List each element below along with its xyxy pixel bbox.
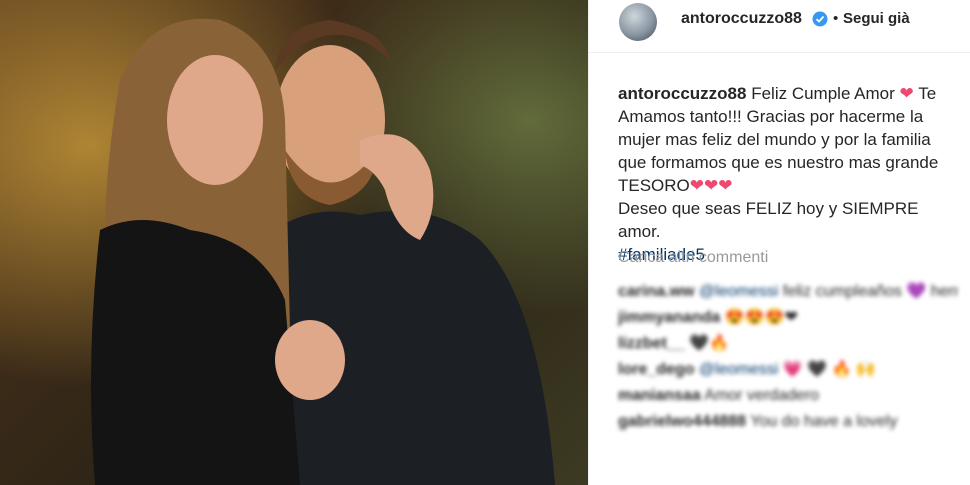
post-header: antoroccuzzo88 • Segui già — [589, 0, 970, 53]
comment-text: 😍😍😍❤ — [720, 309, 798, 326]
post-sidebar: antoroccuzzo88 • Segui già antoroccuzzo8… — [588, 0, 970, 485]
comment-item: lore_dego @leomessi 💗 🖤 🔥 🙌 — [618, 359, 958, 381]
post-photo — [0, 0, 588, 485]
verified-badge-icon — [812, 11, 828, 27]
author-avatar[interactable] — [619, 3, 657, 41]
comment-item: carina.ww @leomessi feliz cumpleaños 💜 h… — [618, 281, 958, 303]
comment-username[interactable]: lore_dego — [618, 361, 694, 378]
comment-text: feliz cumpleaños 💜 hermosa familia es lo… — [782, 283, 958, 300]
comment-text: 🖤🔥 — [684, 335, 729, 352]
post-caption: antoroccuzzo88 Feliz Cumple Amor ❤ Te Am… — [618, 82, 958, 266]
comment-item: maniansaa Amor verdadero — [618, 385, 958, 407]
load-more-comments-link[interactable]: Carica altri commenti — [618, 249, 768, 267]
comment-username[interactable]: carina.ww — [618, 283, 694, 300]
comment-mention[interactable]: @leomessi — [699, 361, 778, 378]
caption-line2: Deseo que seas FELIZ hoy y SIEMPRE amor. — [618, 199, 919, 241]
comment-item: gabrielwo444888 You do have a lovely — [618, 411, 958, 433]
comment-username[interactable]: maniansaa — [618, 387, 701, 404]
comment-item: lizzbet__ 🖤🔥 — [618, 333, 958, 355]
comment-text: Amor verdadero — [700, 387, 819, 404]
header-separator: • — [833, 10, 839, 27]
hearts-emoji: ❤❤❤ — [689, 176, 733, 195]
comment-username[interactable]: lizzbet__ — [618, 335, 685, 352]
follow-button[interactable]: Segui già — [843, 10, 910, 27]
comment-username[interactable]: gabrielwo444888 — [618, 413, 746, 430]
photo-illustration — [0, 0, 588, 485]
comment-text: 💗 🖤 🔥 🙌 — [778, 361, 876, 378]
comment-text: You do have a lovely — [746, 413, 898, 430]
author-username[interactable]: antoroccuzzo88 — [681, 10, 802, 28]
heart-emoji: ❤ — [899, 84, 914, 103]
comment-item: jimmyananda 😍😍😍❤ — [618, 307, 958, 329]
caption-text: Feliz Cumple Amor — [746, 84, 900, 103]
comment-mention[interactable]: @leomessi — [699, 283, 778, 300]
comment-username[interactable]: jimmyananda — [618, 309, 720, 326]
caption-username[interactable]: antoroccuzzo88 — [618, 84, 746, 103]
comments-list: carina.ww @leomessi feliz cumpleaños 💜 h… — [618, 281, 958, 437]
